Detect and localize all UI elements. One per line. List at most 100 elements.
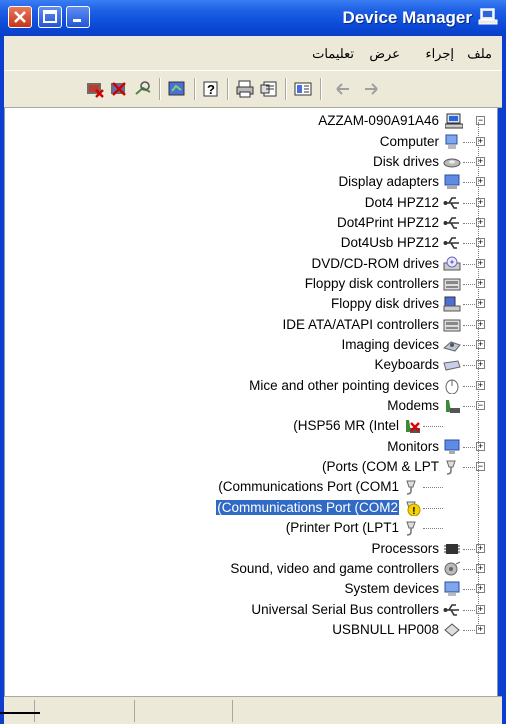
- scan-icon[interactable]: [134, 80, 152, 98]
- properties-icon[interactable]: [260, 80, 278, 98]
- tree-item-label: Keyboards: [374, 357, 439, 373]
- modem-disabled-icon: [406, 420, 420, 434]
- tree-root[interactable]: AZZAM-090A91A46 −: [5, 111, 499, 131]
- tree-toggle-icon[interactable]: [294, 80, 312, 98]
- help-icon[interactable]: ?: [202, 80, 220, 98]
- menu-bar: ملف إجراء عرض تعليمات: [4, 36, 502, 70]
- tree-item-label: Dot4 HPZ12: [364, 194, 439, 210]
- print-icon[interactable]: [236, 80, 254, 98]
- tree-connector: [463, 182, 475, 184]
- menu-action[interactable]: إجراء: [425, 46, 454, 62]
- display-adapter-icon: [444, 174, 460, 190]
- tree-item-label: Floppy disk controllers: [304, 275, 439, 291]
- usb-icon: [443, 196, 459, 209]
- device-tree[interactable]: AZZAM-090A91A46 − Computer + Disk drives + D…: [4, 108, 498, 696]
- tree-category-item[interactable]: Dot4 HPZ12 +: [5, 193, 499, 213]
- tree-category-item[interactable]: Universal Serial Bus controllers +: [5, 600, 499, 620]
- tree-category-item[interactable]: Floppy disk controllers +: [5, 274, 499, 294]
- menu-help[interactable]: تعليمات: [312, 46, 354, 62]
- tree-connector: [463, 263, 475, 265]
- tree-category-item[interactable]: Disk drives +: [5, 152, 499, 172]
- maximize-button[interactable]: [38, 6, 62, 28]
- tree-connector: [463, 548, 475, 550]
- tree-category-item[interactable]: (Ports (COM & LPT −: [5, 457, 499, 477]
- maximize-icon: [43, 10, 57, 23]
- computer-name: AZZAM-090A91A46: [318, 113, 439, 128]
- tree-item-label: Monitors: [387, 438, 439, 454]
- controller-icon: [443, 278, 461, 291]
- tree-connector: [463, 283, 475, 285]
- tree-connector: [478, 122, 479, 630]
- tree-connector: [463, 141, 475, 143]
- tree-category-item[interactable]: Modems −: [5, 396, 499, 416]
- keyboard-icon: [443, 360, 461, 371]
- tree-item-label: Modems: [387, 398, 439, 414]
- tree-category-item[interactable]: Monitors +: [5, 437, 499, 457]
- tree-connector: [463, 304, 475, 306]
- tree-category-item[interactable]: Keyboards +: [5, 355, 499, 375]
- status-bar: [4, 696, 502, 724]
- minimize-icon: [73, 19, 81, 22]
- port-icon: [446, 460, 456, 475]
- controller-icon: [443, 319, 461, 332]
- processor-icon: [444, 543, 460, 554]
- tree-category-item[interactable]: Sound, video and game controllers +: [5, 559, 499, 579]
- tree-category-item[interactable]: System devices +: [5, 579, 499, 599]
- tree-connector: [463, 467, 475, 469]
- toolbar-separator: [194, 78, 196, 100]
- system-device-icon: [444, 581, 460, 597]
- tree-connector: [463, 589, 475, 591]
- title-bar[interactable]: Device Manager: [0, 0, 506, 36]
- tree-item-label: Dot4Print HPZ12: [336, 214, 439, 230]
- floppy-drive-icon: [443, 296, 461, 312]
- tree-category-item[interactable]: Computer +: [5, 132, 499, 152]
- disable-icon[interactable]: [110, 80, 128, 98]
- back-icon[interactable]: [334, 80, 352, 98]
- tree-category-item[interactable]: IDE ATA/ATAPI controllers +: [5, 315, 499, 335]
- tree-connector: [463, 406, 475, 408]
- tree-category-item[interactable]: USBNULL HP008 +: [5, 620, 499, 640]
- update-driver-icon[interactable]: [168, 80, 186, 98]
- tree-child-item[interactable]: (Communications Port (COM2!: [5, 498, 499, 518]
- device-manager-icon: [478, 8, 498, 25]
- tree-category-item[interactable]: Display adapters +: [5, 172, 499, 192]
- tree-item-label: IDE ATA/ATAPI controllers: [282, 316, 439, 332]
- tree-child-item[interactable]: (Communications Port (COM1: [5, 477, 499, 497]
- tree-category-item[interactable]: Processors +: [5, 539, 499, 559]
- uninstall-icon[interactable]: [86, 80, 104, 98]
- tree-child-item[interactable]: (HSP56 MR (Intel: [5, 416, 499, 436]
- port-icon: [406, 521, 416, 536]
- minimize-button[interactable]: [66, 6, 90, 28]
- menu-view[interactable]: عرض: [369, 46, 400, 62]
- unknown-device-icon: [444, 623, 460, 637]
- toolbar-separator: [320, 78, 322, 100]
- imaging-icon: [443, 341, 461, 352]
- menu-file[interactable]: ملف: [467, 46, 492, 62]
- monitor-icon: [444, 439, 460, 454]
- tree-category-item[interactable]: Floppy disk drives +: [5, 294, 499, 314]
- tree-connector: [463, 222, 475, 224]
- window-title: Device Manager: [342, 8, 472, 27]
- tree-item-label: Universal Serial Bus controllers: [251, 601, 439, 617]
- status-divider: [232, 700, 233, 722]
- tree-category-item[interactable]: Dot4Print HPZ12 +: [5, 213, 499, 233]
- tree-category-item[interactable]: DVD/CD-ROM drives +: [5, 254, 499, 274]
- tree-child-item[interactable]: (Printer Port (LPT1: [5, 518, 499, 538]
- status-divider: [34, 700, 35, 722]
- cdrom-icon: [443, 256, 461, 271]
- tree-category-item[interactable]: Imaging devices +: [5, 335, 499, 355]
- usb-icon: [443, 237, 459, 250]
- toolbar-separator: [227, 78, 229, 100]
- tree-category-item[interactable]: Dot4Usb HPZ12 +: [5, 233, 499, 253]
- tree-item-label: DVD/CD-ROM drives: [311, 255, 439, 271]
- forward-icon[interactable]: [362, 80, 380, 98]
- close-button[interactable]: [8, 6, 32, 28]
- tree-connector: [423, 507, 443, 509]
- tree-item-label: Dot4Usb HPZ12: [340, 235, 439, 251]
- tree-item-label: USBNULL HP008: [332, 621, 439, 637]
- tree-item-label: Display adapters: [338, 174, 439, 190]
- tree-connector: [463, 161, 475, 163]
- tree-category-item[interactable]: Mice and other pointing devices +: [5, 376, 499, 396]
- tree-item-label: (Communications Port (COM1: [218, 479, 399, 495]
- tree-item-label: System devices: [344, 581, 439, 597]
